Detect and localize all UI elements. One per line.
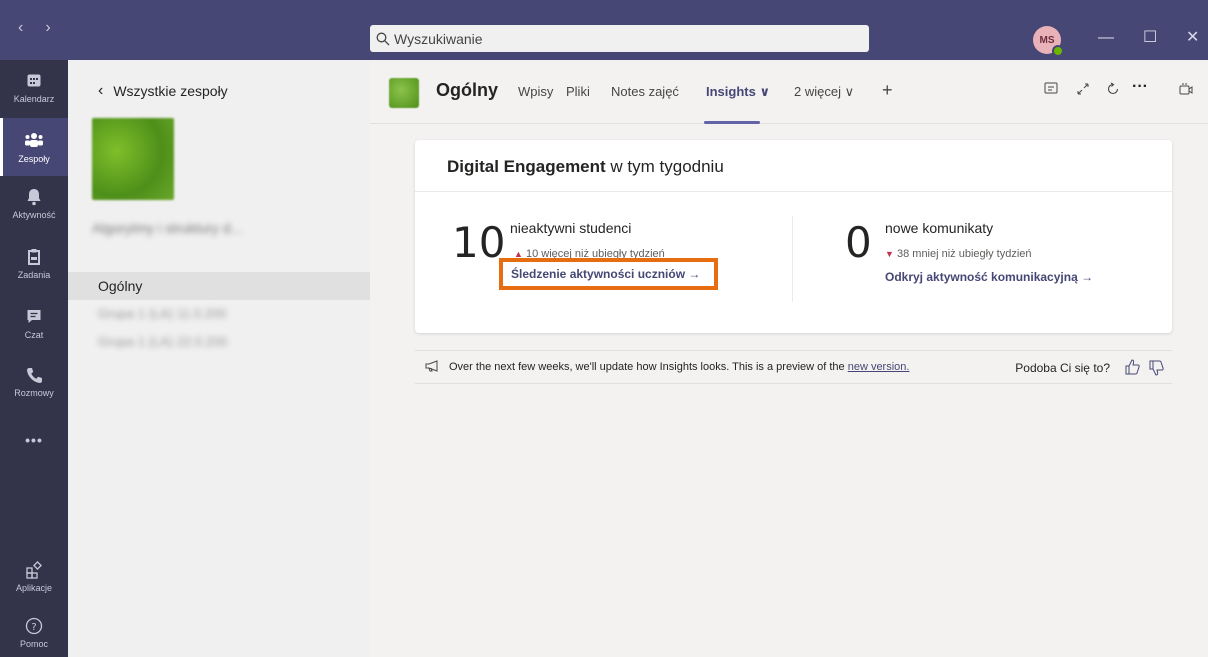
rail-label: Aplikacje [15, 583, 53, 593]
rail-item-activity[interactable]: Aktywność [0, 188, 68, 220]
channel-header: Ogólny Wpisy Pliki Notes zajęć Insights … [370, 60, 1208, 124]
rail-label: Rozmowy [14, 388, 54, 398]
preview-banner: Over the next few weeks, we'll update ho… [415, 350, 1172, 384]
digital-engagement-card: Digital Engagement w tym tygodniu 10 nie… [415, 140, 1172, 333]
chevron-left-icon: ‹ [98, 82, 104, 99]
rail-label: Czat [24, 330, 44, 340]
add-tab-button[interactable]: + [882, 80, 893, 101]
channel-item[interactable]: Grupa 1 (LA) 22.0.200 [68, 328, 370, 356]
minimize-button[interactable]: — [1098, 28, 1114, 48]
feedback-question: Podoba Ci się to? [1015, 361, 1110, 375]
thumbs-down-icon[interactable] [1148, 360, 1164, 379]
new-version-link[interactable]: new version. [848, 361, 910, 373]
card-title: Digital Engagement w tym tygodniu [415, 140, 1172, 192]
rail-item-teams[interactable]: Zespoły [0, 132, 68, 164]
avatar-initials: MS [1039, 34, 1055, 46]
back-arrow-icon[interactable]: ‹ [18, 18, 23, 38]
calendar-icon [0, 72, 68, 92]
meet-icon[interactable] [1178, 82, 1194, 103]
inactive-students-count: 10 [452, 218, 506, 267]
refresh-icon[interactable] [1106, 82, 1120, 101]
change-text: 38 mniej niż ubiegły tydzień [896, 248, 1032, 260]
team-name[interactable]: Algorytmy i struktury d... [92, 220, 242, 236]
tab-more[interactable]: 2 więcej ∨ [794, 84, 854, 100]
all-teams-label: Wszystkie zespoły [113, 83, 228, 99]
rail-item-help[interactable]: ? Pomoc [0, 617, 68, 649]
communication-activity-link[interactable]: Odkryj aktywność komunikacyjną → [885, 270, 1093, 284]
rail-label: Kalendarz [13, 94, 55, 104]
rail-item-calendar[interactable]: Kalendarz [0, 72, 68, 104]
phone-icon [0, 366, 68, 386]
rail-item-assignments[interactable]: Zadania [0, 248, 68, 280]
channel-item-general[interactable]: Ogólny [68, 272, 370, 300]
team-image [92, 118, 174, 200]
preview-message: Over the next few weeks, we'll update ho… [449, 361, 848, 373]
new-posts-label: nowe komunikaty [885, 220, 994, 236]
tab-files[interactable]: Pliki [566, 84, 590, 99]
rail-label: Pomoc [19, 639, 48, 649]
tab-posts[interactable]: Wpisy [518, 84, 553, 99]
rail-more-apps-button[interactable]: ••• [0, 432, 68, 448]
channel-item[interactable]: Grupa 1 (LA) 11.0.200 [68, 300, 370, 328]
card-divider [792, 216, 793, 302]
card-title-bold: Digital Engagement [447, 157, 606, 176]
avatar[interactable]: MS [1033, 26, 1064, 57]
rail-label: Zadania [17, 270, 51, 280]
rail-item-chat[interactable]: Czat [0, 308, 68, 340]
new-posts-change: ▼ 38 mniej niż ubiegły tydzień [885, 248, 1032, 260]
expand-icon[interactable] [1076, 82, 1090, 101]
more-options-button[interactable]: ··· [1132, 78, 1148, 96]
down-arrow-icon: ▼ [885, 249, 894, 259]
close-window-button[interactable]: ✕ [1186, 28, 1199, 48]
team-sidebar: ‹ Wszystkie zespoły Algorytmy i struktur… [68, 60, 370, 657]
all-teams-link[interactable]: ‹ Wszystkie zespoły [98, 82, 228, 100]
rail-label: Aktywność [12, 210, 56, 220]
app-rail: Kalendarz Zespoły Aktywność Zadania Czat… [0, 60, 68, 657]
maximize-button[interactable]: ☐ [1143, 28, 1157, 48]
search-icon [376, 32, 390, 45]
channel-icon [389, 78, 419, 108]
search-input[interactable]: Wyszukiwanie [370, 25, 869, 52]
megaphone-icon [425, 359, 441, 375]
search-placeholder: Wyszukiwanie [394, 30, 483, 47]
new-posts-count: 0 [845, 218, 872, 267]
preview-text: Over the next few weeks, we'll update ho… [449, 361, 909, 373]
title-bar: ‹ › Wyszukiwanie MS — ☐ ✕ [0, 0, 1208, 60]
tab-class-notebook[interactable]: Notes zajęć [611, 84, 679, 99]
assignments-icon [0, 248, 68, 268]
presence-available-icon [1052, 45, 1064, 57]
highlight-box [499, 258, 718, 290]
rail-item-calls[interactable]: Rozmowy [0, 366, 68, 398]
conversation-icon[interactable] [1044, 82, 1058, 101]
teams-icon [0, 132, 68, 152]
rail-label: Zespoły [18, 154, 50, 164]
history-nav: ‹ › [18, 18, 51, 38]
inactive-students-label: nieaktywni studenci [510, 220, 632, 236]
forward-arrow-icon[interactable]: › [45, 18, 50, 38]
svg-text:?: ? [31, 622, 36, 633]
card-title-rest: w tym tygodniu [605, 157, 724, 176]
tab-insights[interactable]: Insights ∨ [706, 84, 770, 100]
chat-icon [0, 308, 68, 328]
apps-icon [0, 561, 68, 581]
main-content: Ogólny Wpisy Pliki Notes zajęć Insights … [370, 60, 1208, 657]
active-tab-indicator [704, 121, 760, 124]
bell-icon [0, 188, 68, 208]
thumbs-up-icon[interactable] [1124, 359, 1140, 378]
help-icon: ? [0, 617, 68, 637]
rail-item-apps[interactable]: Aplikacje [0, 561, 68, 593]
channel-title: Ogólny [436, 80, 498, 100]
